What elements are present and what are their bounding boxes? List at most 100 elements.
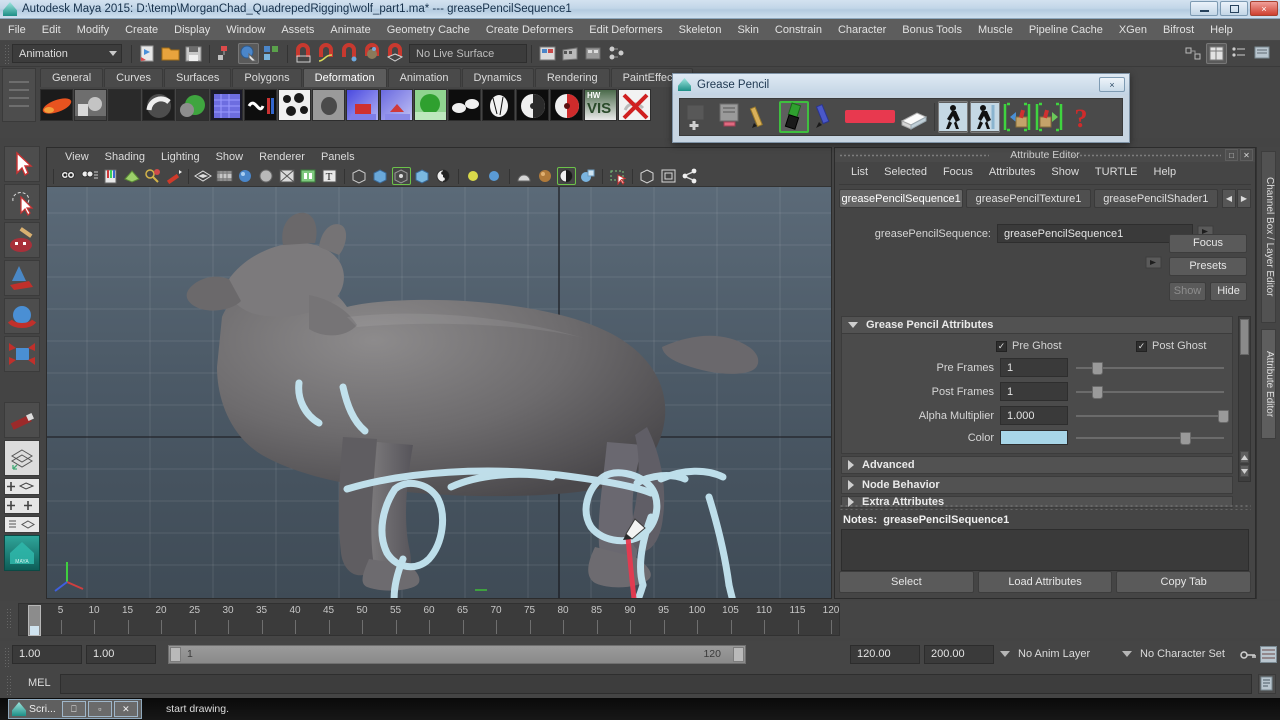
range-slider-right-handle[interactable] [733, 647, 744, 662]
grease-pencil-attributes-header[interactable]: Grease Pencil Attributes [841, 316, 1233, 334]
menu-window[interactable]: Window [218, 19, 273, 41]
smooth-shade-all-icon[interactable] [215, 167, 234, 185]
anim-layer-field[interactable]: No Anim Layer [1012, 645, 1122, 664]
ipr-render-icon[interactable] [560, 43, 581, 64]
menu-create[interactable]: Create [117, 19, 166, 41]
menu-display[interactable]: Display [166, 19, 218, 41]
shelf-icon-3[interactable] [108, 89, 141, 121]
alpha-multiplier-slider[interactable] [1076, 409, 1230, 423]
lasso-select-tool-icon[interactable] [4, 184, 40, 220]
previous-frame-icon[interactable] [1002, 101, 1032, 133]
node-tab-next-arrow[interactable]: ▶ [1236, 189, 1251, 208]
restore-button[interactable] [1220, 1, 1248, 16]
shelf-tab-animation[interactable]: Animation [387, 68, 461, 87]
shelf-tab-deformation[interactable]: Deformation [302, 68, 387, 87]
node-name-input[interactable]: greasePencilSequence1 [997, 224, 1193, 243]
playback-end-time-field[interactable]: 120.00 [850, 645, 920, 664]
menu-character[interactable]: Character [830, 19, 894, 41]
shelf-icon-12[interactable] [414, 89, 447, 121]
copy-tab-button[interactable]: Copy Tab [1116, 571, 1252, 593]
shelf-icon-6[interactable] [210, 89, 243, 121]
snap-to-point-icon[interactable] [339, 43, 360, 64]
xray-icon[interactable] [299, 167, 318, 185]
menu-pipeline-cache[interactable]: Pipeline Cache [1021, 19, 1111, 41]
render-settings-icon[interactable] [583, 43, 604, 64]
shelf-icon-13[interactable] [448, 89, 481, 121]
alpha-multiplier-input[interactable]: 1.000 [1000, 406, 1068, 425]
shelf-icon-hw-vis[interactable]: HW VIS [584, 89, 617, 121]
shelf-tab-polygons[interactable]: Polygons [232, 68, 302, 87]
menu-file[interactable]: File [0, 19, 34, 41]
menu-geometry-cache[interactable]: Geometry Cache [379, 19, 478, 41]
smooth-wireframe-icon[interactable] [578, 167, 597, 185]
scale-tool-icon[interactable] [4, 336, 40, 372]
minimize-window-icon[interactable]: ▫ [87, 701, 112, 717]
soft-pencil-icon[interactable] [811, 101, 841, 133]
exposure-icon[interactable] [413, 167, 432, 185]
two-dimensional-pan-zoom-icon[interactable] [143, 167, 162, 185]
viewport-menu-panels[interactable]: Panels [313, 148, 363, 166]
eraser-icon[interactable] [899, 101, 929, 133]
soft-modification-tool-icon[interactable] [4, 402, 40, 438]
new-scene-icon[interactable] [137, 43, 158, 64]
grease-pencil-close-button[interactable]: × [1099, 77, 1125, 92]
nested-box-icon[interactable] [659, 167, 678, 185]
time-slider-track[interactable]: 5 10 15 20 25 30 35 40 45 50 55 60 65 70 75 80 85 90 95 100… [18, 603, 840, 636]
rotate-tool-icon[interactable] [4, 298, 40, 334]
viewport-menu-show[interactable]: Show [208, 148, 252, 166]
ae-menu-turtle[interactable]: TURTLE [1087, 166, 1146, 178]
playback-start-time-field[interactable]: 1.00 [86, 645, 156, 664]
ae-menu-attributes[interactable]: Attributes [981, 166, 1043, 178]
select-camera-icon[interactable] [59, 167, 78, 185]
show-hide-attribute-editor-icon[interactable] [1183, 43, 1204, 64]
select-by-component-type-icon[interactable] [261, 43, 282, 64]
viewport-menu-shading[interactable]: Shading [97, 148, 153, 166]
script-editor-button[interactable] [1258, 674, 1276, 694]
select-tool-icon[interactable] [4, 146, 40, 182]
menu-animate[interactable]: Animate [322, 19, 378, 41]
menu-skeleton[interactable]: Skeleton [671, 19, 730, 41]
presets-button[interactable]: Presets [1169, 257, 1247, 276]
menu-skin[interactable]: Skin [729, 19, 766, 41]
layout-quad-pane-icon[interactable] [4, 497, 40, 514]
animation-end-time-field[interactable]: 200.00 [924, 645, 994, 664]
xray-active-components-icon[interactable] [392, 167, 411, 185]
show-hide-tool-settings-icon[interactable] [1229, 43, 1250, 64]
shelf-icon-16[interactable] [550, 89, 583, 121]
help-icon[interactable]: ? [1066, 101, 1096, 133]
menu-edit[interactable]: Edit [34, 19, 69, 41]
undock-panel-button[interactable]: □ [1225, 149, 1238, 161]
menu-assets[interactable]: Assets [273, 19, 322, 41]
text-display-icon[interactable]: T [320, 167, 339, 185]
menu-edit-deformers[interactable]: Edit Deformers [581, 19, 670, 41]
range-slider-left-handle[interactable] [170, 647, 181, 662]
layout-outliner-persp-icon[interactable] [4, 516, 40, 533]
shelf-tab-dynamics[interactable]: Dynamics [461, 68, 534, 87]
attribute-editor-scrollbar[interactable] [1238, 316, 1251, 482]
show-button[interactable]: Show [1169, 282, 1206, 301]
command-language-label[interactable]: MEL [28, 677, 51, 689]
shelf-icon-9[interactable] [312, 89, 345, 121]
menu-modify[interactable]: Modify [69, 19, 117, 41]
grease-pencil-title-bar[interactable]: Grease Pencil × [673, 74, 1129, 95]
time-slider-grip[interactable] [6, 608, 11, 628]
live-surface-field[interactable]: No Live Surface [409, 44, 527, 63]
select-by-hierarchy-icon[interactable] [215, 43, 236, 64]
menu-set-dropdown[interactable]: Animation [12, 44, 122, 63]
toggle-background-icon[interactable] [557, 167, 576, 185]
menu-constrain[interactable]: Constrain [767, 19, 830, 41]
add-frame-icon[interactable] [683, 101, 713, 133]
notes-textarea[interactable] [841, 529, 1249, 571]
post-frames-slider[interactable] [1076, 385, 1224, 399]
post-ghost-checkbox[interactable]: ✓ Post Ghost [1136, 340, 1206, 352]
shelf-tab-rendering[interactable]: Rendering [534, 68, 610, 87]
pre-ghost-checkbox[interactable]: ✓ Pre Ghost [996, 340, 1136, 352]
menu-muscle[interactable]: Muscle [970, 19, 1021, 41]
minimize-button[interactable] [1190, 1, 1218, 16]
advanced-section-header[interactable]: Advanced [841, 456, 1233, 474]
gamma-icon[interactable] [434, 167, 453, 185]
color-swatch[interactable] [1000, 430, 1068, 445]
ghost-before-icon[interactable] [938, 101, 968, 133]
next-frame-icon[interactable] [1034, 101, 1064, 133]
load-attributes-button[interactable]: Load Attributes [977, 571, 1113, 593]
